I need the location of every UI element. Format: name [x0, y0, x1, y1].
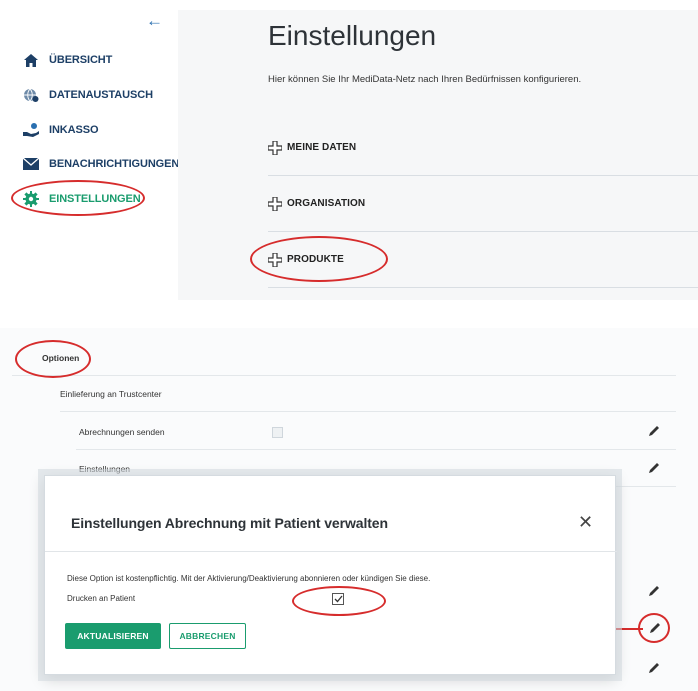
plus-cross-icon [267, 251, 283, 268]
section-meine-daten[interactable]: MEINE DATEN [267, 120, 698, 176]
pencil-icon[interactable] [649, 622, 661, 634]
section-produkte[interactable]: PRODUKTE [267, 232, 698, 288]
checkmark-icon [334, 595, 343, 603]
field-label: Drucken an Patient [67, 594, 136, 603]
settings-content: Einstellungen Hier können Sie Ihr MediDa… [178, 10, 698, 300]
drucken-an-patient-checkbox[interactable] [332, 593, 344, 605]
section-organisation[interactable]: ORGANISATION [267, 176, 698, 232]
hand-coin-icon [22, 122, 40, 138]
sidebar-item-label: ÜBERSICHT [49, 54, 113, 66]
settings-dialog: Einstellungen Abrechnung mit Patient ver… [44, 475, 617, 675]
home-icon [22, 52, 40, 68]
options-header-row[interactable]: Optionen [12, 340, 676, 376]
option-label: Abrechnungen senden [79, 426, 165, 437]
dialog-divider [45, 551, 617, 552]
page-subtitle: Hier können Sie Ihr MediData-Netz nach I… [268, 74, 582, 85]
sidebar-item-datenaustausch[interactable]: DATENAUSTAUSCH [22, 85, 153, 105]
sidebar: ← ÜBERSICHT DATENAUSTAUSCH INKASSO BENAC… [0, 0, 179, 300]
plus-cross-icon [267, 139, 283, 156]
section-label: MEINE DATEN [287, 142, 357, 153]
envelope-icon [22, 156, 40, 172]
option-row[interactable]: Abrechnungen senden [76, 414, 676, 450]
gear-icon [22, 191, 40, 207]
dialog-title: Einstellungen Abrechnung mit Patient ver… [71, 515, 388, 531]
sidebar-item-uebersicht[interactable]: ÜBERSICHT [22, 50, 112, 70]
sidebar-item-label: BENACHRICHTIGUNGEN [49, 158, 180, 170]
update-button[interactable]: AKTUALISIEREN [65, 623, 161, 649]
globe-exchange-icon [22, 87, 40, 103]
pencil-icon[interactable] [648, 462, 660, 474]
section-label: PRODUKTE [287, 254, 344, 265]
plus-cross-icon [267, 195, 283, 212]
sidebar-item-label: EINSTELLUNGEN [49, 193, 141, 205]
sidebar-item-label: INKASSO [49, 124, 99, 136]
close-icon[interactable]: ✕ [578, 513, 593, 531]
sidebar-item-inkasso[interactable]: INKASSO [22, 120, 99, 140]
dialog-description: Diese Option ist kostenpflichtig. Mit de… [67, 574, 431, 583]
pencil-icon[interactable] [648, 585, 660, 597]
option-checkbox[interactable] [272, 427, 283, 438]
options-group-label: Einlieferung an Trustcenter [60, 388, 162, 399]
options-group-row[interactable]: Einlieferung an Trustcenter [60, 376, 676, 412]
cancel-button[interactable]: ABBRECHEN [169, 623, 246, 649]
arrow-left-icon[interactable]: ← [146, 12, 163, 29]
sidebar-item-benachrichtigungen[interactable]: BENACHRICHTIGUNGEN [22, 154, 179, 174]
pencil-icon[interactable] [648, 425, 660, 437]
section-label: ORGANISATION [287, 198, 366, 209]
page-title: Einstellungen [268, 20, 437, 51]
sidebar-item-einstellungen[interactable]: EINSTELLUNGEN [22, 189, 141, 209]
pencil-icon[interactable] [648, 662, 660, 674]
sidebar-item-label: DATENAUSTAUSCH [49, 89, 153, 101]
options-header: Optionen [42, 352, 80, 363]
option-label: Einstellungen [79, 463, 131, 474]
settings-screen: ← ÜBERSICHT DATENAUSTAUSCH INKASSO BENAC… [0, 0, 698, 300]
